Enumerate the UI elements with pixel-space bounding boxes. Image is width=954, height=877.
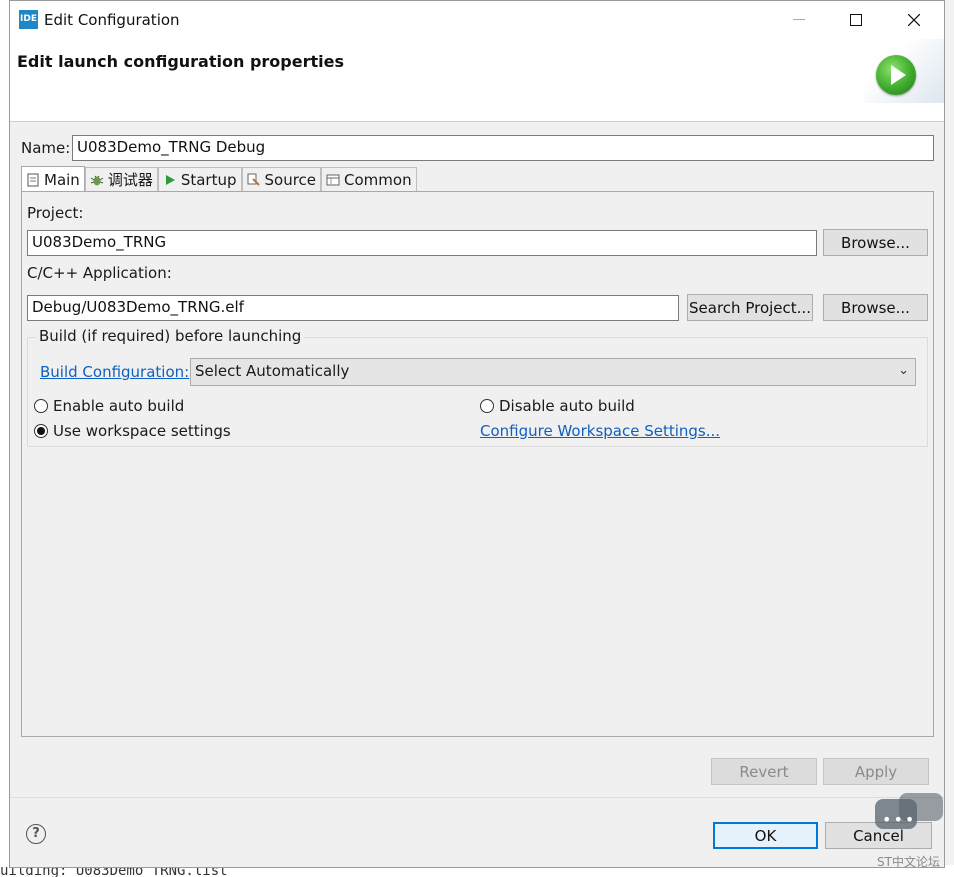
main-tab-panel: Project: U083Demo_TRNG Browse... C/C++ A… [21, 191, 934, 737]
source-icon [247, 173, 261, 187]
revert-button[interactable]: Revert [711, 758, 817, 785]
title-bar[interactable]: IDE Edit Configuration [10, 1, 944, 39]
main-tab-icon [26, 173, 40, 187]
build-group-title: Build (if required) before launching [36, 327, 305, 345]
maximize-icon [850, 14, 862, 26]
project-field[interactable]: U083Demo_TRNG [27, 230, 817, 256]
apply-button[interactable]: Apply [823, 758, 929, 785]
tab-common-label: Common [344, 170, 412, 189]
use-workspace-settings-radio[interactable]: Use workspace settings [34, 422, 231, 440]
tab-startup[interactable]: Startup [157, 167, 242, 191]
chevron-down-icon: ⌄ [898, 363, 909, 378]
chat-dots-icon: ••• [882, 810, 917, 829]
maximize-button[interactable] [833, 1, 879, 39]
use-workspace-settings-label: Use workspace settings [53, 422, 231, 440]
browse-application-button[interactable]: Browse... [823, 294, 928, 321]
startup-icon [163, 173, 177, 187]
application-label: C/C++ Application: [27, 264, 172, 282]
close-icon [908, 14, 920, 26]
enable-auto-build-radio[interactable]: Enable auto build [34, 397, 184, 415]
tab-source[interactable]: Source [241, 167, 322, 191]
debugger-icon [90, 173, 104, 187]
window-title: Edit Configuration [44, 11, 180, 29]
application-field[interactable]: Debug/U083Demo_TRNG.elf [27, 295, 679, 321]
search-project-button[interactable]: Search Project... [687, 294, 813, 321]
configure-workspace-settings-link[interactable]: Configure Workspace Settings... [480, 422, 720, 440]
minimize-button[interactable] [776, 1, 822, 39]
radio-indicator [34, 399, 48, 413]
enable-auto-build-label: Enable auto build [53, 397, 185, 415]
header-title: Edit launch configuration properties [17, 52, 344, 71]
radio-indicator [480, 399, 494, 413]
disable-auto-build-label: Disable auto build [499, 397, 635, 415]
radio-indicator-selected [34, 424, 48, 438]
name-field[interactable]: U083Demo_TRNG Debug [72, 135, 934, 161]
name-label-text: Name: [21, 139, 71, 157]
tab-main[interactable]: Main [21, 166, 85, 192]
common-icon [326, 173, 340, 187]
forum-watermark: ••• ST中文论坛 [872, 793, 944, 869]
dialog-header: Edit launch configuration properties [10, 39, 944, 122]
minimize-icon [793, 19, 805, 20]
run-icon [876, 55, 916, 95]
ok-button[interactable]: OK [713, 822, 818, 849]
help-icon[interactable]: ? [26, 824, 46, 844]
project-label: Project: [27, 204, 84, 222]
tab-common[interactable]: Common [321, 167, 417, 191]
tab-main-label: Main [44, 170, 80, 189]
tab-debugger[interactable]: 调试器 [84, 167, 158, 191]
build-configuration-value: Select Automatically [195, 362, 350, 380]
config-tabs: Main 调试器 Startup Source Common [21, 166, 417, 192]
name-label: Name: [21, 139, 70, 157]
tab-debugger-label: 调试器 [107, 171, 153, 189]
ide-app-icon: IDE [19, 10, 38, 29]
tab-source-label: Source [264, 170, 317, 189]
build-configuration-select[interactable]: Select Automatically ⌄ [190, 358, 916, 386]
close-button[interactable] [891, 1, 937, 39]
watermark-text: ST中文论坛 [877, 855, 940, 869]
edit-configuration-dialog: IDE Edit Configuration Edit launch confi… [9, 0, 945, 868]
tab-startup-label: Startup [180, 170, 237, 189]
disable-auto-build-radio[interactable]: Disable auto build [480, 397, 635, 415]
footer-separator [10, 797, 944, 798]
browse-project-button[interactable]: Browse... [823, 229, 928, 256]
build-group: Build (if required) before launching Bui… [27, 327, 928, 447]
build-configuration-link[interactable]: Build Configuration: [40, 363, 189, 381]
